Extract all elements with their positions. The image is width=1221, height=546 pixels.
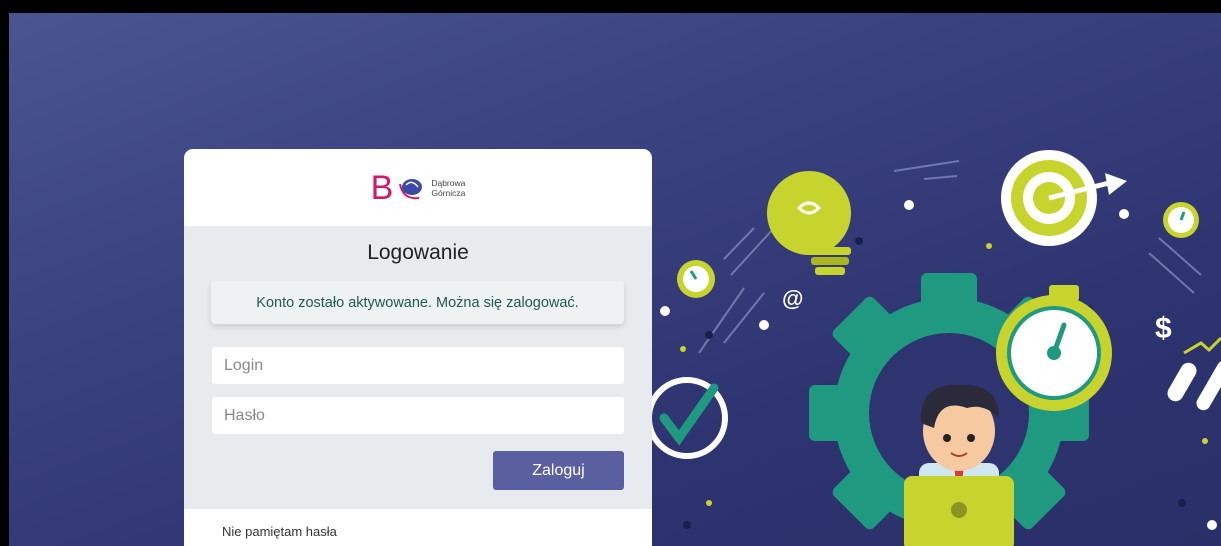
checkmark-icon: [646, 377, 728, 459]
login-card: B Dąbrowa Górnicza Logowanie Konto zosta…: [184, 149, 652, 546]
brand-name-line1: Dąbrowa: [431, 177, 466, 188]
login-button[interactable]: Zaloguj: [493, 451, 624, 490]
login-input[interactable]: Login: [212, 347, 624, 384]
brand-name: Dąbrowa Górnicza: [431, 178, 465, 198]
clock-small-icon: [1163, 202, 1199, 238]
trend-line-icon: [1183, 336, 1221, 355]
brand-logo: B Dąbrowa Górnicza: [371, 171, 466, 205]
forgot-password-link[interactable]: Nie pamiętam hasła: [184, 509, 652, 539]
lightbulb-icon: [767, 171, 851, 275]
brand-letter: B: [370, 168, 394, 207]
login-panel: Logowanie Konto zostało aktywowane. Możn…: [184, 226, 652, 509]
chart-bars-icon: [1167, 360, 1221, 411]
target-icon: [1001, 150, 1127, 246]
dollar-icon: $: [1155, 312, 1172, 345]
clock-icon: [677, 260, 715, 298]
at-sign-icon: @: [782, 286, 803, 311]
button-row: Zaloguj: [184, 451, 624, 490]
stopwatch-icon: [996, 285, 1112, 411]
success-alert: Konto zostało aktywowane. Można się zalo…: [211, 281, 624, 324]
page-title: Logowanie: [367, 241, 469, 264]
logo-mark-icon: [399, 178, 423, 199]
card-header: B Dąbrowa Górnicza: [184, 149, 652, 226]
brand-name-line2: Górnicza: [431, 187, 466, 198]
password-input[interactable]: Hasło: [212, 397, 624, 434]
